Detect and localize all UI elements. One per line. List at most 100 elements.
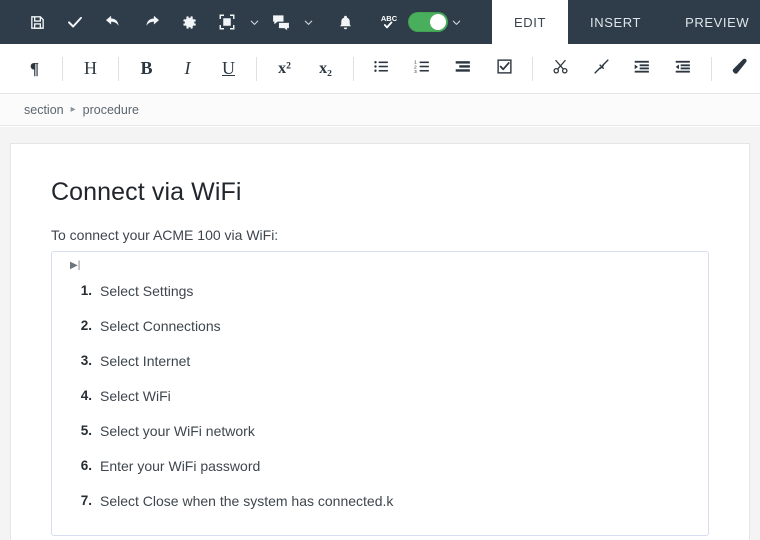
step-number: 2. (52, 318, 100, 333)
fullscreen-dropdown-caret[interactable] (246, 0, 262, 44)
text-cursor-line: ▶| (52, 260, 708, 274)
mode-tabs: EDIT INSERT PREVIEW (492, 0, 760, 44)
step-text: Select Connections (100, 318, 708, 334)
toolbar-separator (256, 57, 257, 81)
checklist-button[interactable] (484, 44, 525, 94)
toggle-knob (430, 14, 446, 30)
list-item[interactable]: 1. Select Settings (52, 274, 708, 309)
save-icon (29, 14, 46, 31)
spellcheck-toggle[interactable] (408, 12, 448, 32)
breadcrumb-item-procedure[interactable]: procedure (83, 103, 139, 117)
toolbar-separator (353, 57, 354, 81)
cut-button[interactable] (540, 44, 581, 94)
tab-insert[interactable]: INSERT (568, 0, 663, 44)
breadcrumb: section ▸ procedure (0, 94, 760, 126)
list-item[interactable]: 7. Select Close when the system has conn… (52, 484, 708, 519)
document-card: Connect via WiFi To connect your ACME 10… (10, 143, 750, 540)
top-toolbar-actions: ABC (0, 0, 464, 44)
notifications-button[interactable] (326, 0, 364, 44)
fullscreen-button[interactable] (208, 0, 246, 44)
scissors-icon (552, 58, 569, 80)
checkbox-checked-icon (496, 58, 513, 80)
list-item[interactable]: 6. Enter your WiFi password (52, 449, 708, 484)
step-number: 4. (52, 388, 100, 403)
redo-button[interactable] (132, 0, 170, 44)
merge-arrows-icon (593, 58, 610, 80)
definition-list-icon (455, 58, 472, 80)
step-number: 7. (52, 493, 100, 508)
heading-button[interactable]: H (70, 44, 111, 94)
undo-button[interactable] (94, 0, 132, 44)
list-item[interactable]: 5. Select your WiFi network (52, 414, 708, 449)
redo-icon (142, 13, 161, 32)
superscript-icon: x² (278, 60, 291, 78)
step-number: 3. (52, 353, 100, 368)
procedure-steps-list: 1. Select Settings 2. Select Connections… (52, 274, 708, 519)
editor-window: ABC EDIT INSERT PREVIEW ¶ H (0, 0, 760, 540)
abc-check-icon: ABC (376, 0, 402, 44)
step-text: Select WiFi (100, 388, 708, 404)
ordered-list-block[interactable]: ▶| 1. Select Settings 2. Select Connecti… (51, 251, 709, 536)
subscript-icon: x₂ (319, 60, 332, 78)
underline-button[interactable]: U (208, 44, 249, 94)
breadcrumb-separator-icon: ▸ (71, 104, 76, 115)
comments-button[interactable] (262, 0, 300, 44)
page-area: Connect via WiFi To connect your ACME 10… (0, 127, 760, 540)
comments-dropdown-caret[interactable] (300, 0, 316, 44)
toolbar-separator (711, 57, 712, 81)
indent-button[interactable] (622, 44, 663, 94)
comment-icon (271, 12, 291, 32)
fullscreen-group (208, 0, 262, 44)
undo-icon (104, 13, 123, 32)
step-number: 5. (52, 423, 100, 438)
check-icon (66, 13, 84, 31)
list-item[interactable]: 4. Select WiFi (52, 379, 708, 414)
svg-text:3: 3 (414, 68, 417, 74)
bold-button[interactable]: B (126, 44, 167, 94)
step-text: Select Settings (100, 283, 708, 299)
indent-right-icon (634, 58, 651, 80)
merge-button[interactable] (581, 44, 622, 94)
italic-button[interactable]: I (167, 44, 208, 94)
settings-button[interactable] (170, 0, 208, 44)
save-button[interactable] (18, 0, 56, 44)
document-intro-text: To connect your ACME 100 via WiFi: (51, 227, 709, 243)
step-text: Enter your WiFi password (100, 458, 708, 474)
outdent-button[interactable] (663, 44, 704, 94)
indent-left-icon (675, 58, 692, 80)
tab-preview[interactable]: PREVIEW (663, 0, 760, 44)
comments-group (262, 0, 316, 44)
svg-text:ABC: ABC (381, 14, 398, 23)
clear-format-button[interactable] (719, 44, 760, 94)
check-button[interactable] (56, 0, 94, 44)
toolbar-separator (62, 57, 63, 81)
format-toolbar: ¶ H B I U x² x₂ 1 (0, 44, 760, 94)
bullet-list-icon (373, 58, 390, 80)
list-item[interactable]: 2. Select Connections (52, 309, 708, 344)
definition-list-button[interactable] (443, 44, 484, 94)
bullet-list-button[interactable] (361, 44, 402, 94)
bell-icon (337, 14, 354, 31)
paragraph-button[interactable]: ¶ (14, 44, 55, 94)
breadcrumb-item-section[interactable]: section (24, 103, 64, 117)
top-toolbar: ABC EDIT INSERT PREVIEW (0, 0, 760, 44)
numbered-list-button[interactable]: 1 2 3 (402, 44, 443, 94)
eraser-icon (730, 57, 749, 81)
numbered-list-icon: 1 2 3 (414, 58, 431, 80)
pilcrow-marker-icon: ▶| (70, 261, 80, 271)
subscript-button[interactable]: x₂ (305, 44, 346, 94)
spellcheck-dropdown-caret[interactable] (448, 0, 464, 44)
spellcheck-control: ABC (376, 0, 464, 44)
page-title: Connect via WiFi (51, 178, 709, 207)
step-text: Select Internet (100, 353, 708, 369)
step-text: Select Close when the system has connect… (100, 493, 708, 509)
fullscreen-icon (218, 13, 236, 31)
step-text: Select your WiFi network (100, 423, 708, 439)
list-item[interactable]: 3. Select Internet (52, 344, 708, 379)
gear-icon (181, 14, 198, 31)
toolbar-separator (118, 57, 119, 81)
toolbar-separator (532, 57, 533, 81)
step-number: 1. (52, 283, 100, 298)
tab-edit[interactable]: EDIT (492, 0, 568, 44)
superscript-button[interactable]: x² (264, 44, 305, 94)
